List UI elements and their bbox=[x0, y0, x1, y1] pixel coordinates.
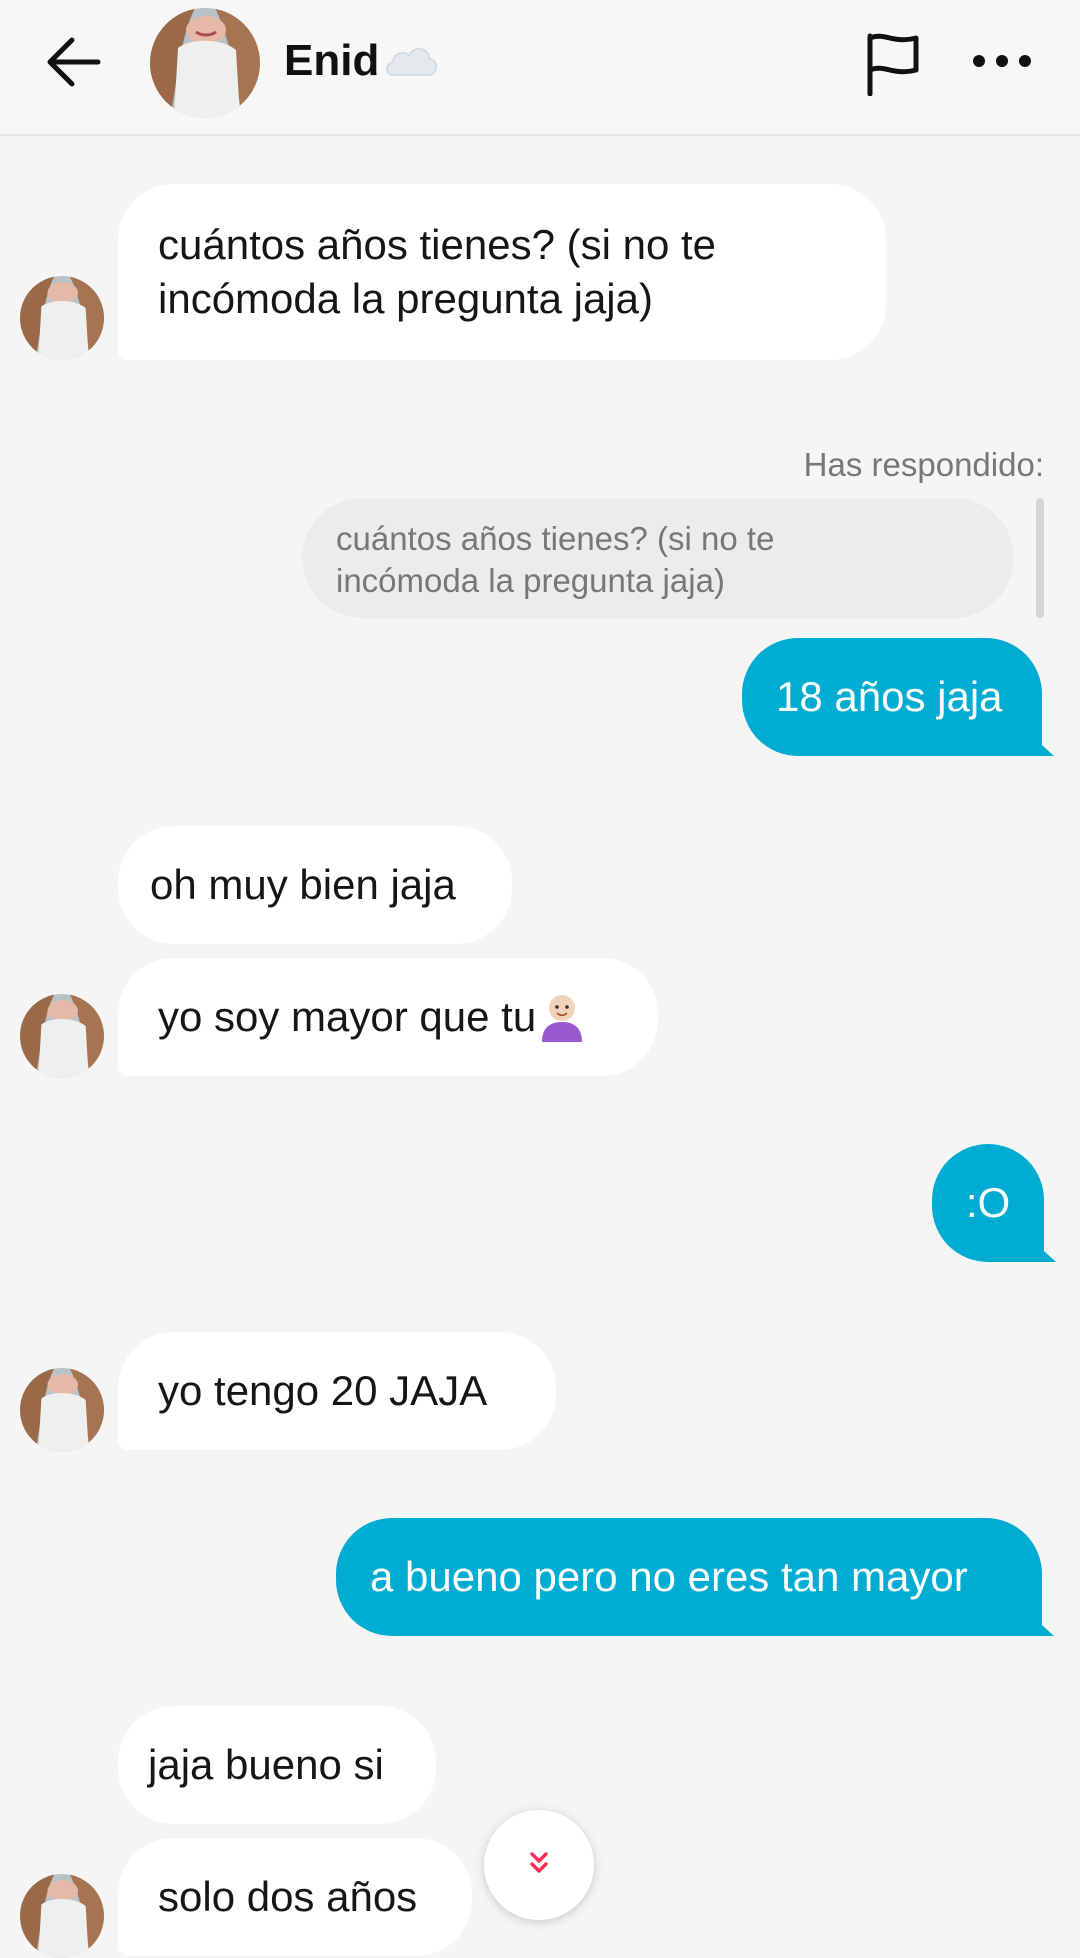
sender-avatar[interactable] bbox=[20, 1874, 104, 1958]
message-line: cuántos años tienes? (si no te bbox=[158, 221, 717, 268]
back-arrow-icon[interactable] bbox=[44, 30, 108, 94]
sender-avatar[interactable] bbox=[20, 994, 104, 1078]
quoted-line: incómoda la pregunta jaja) bbox=[336, 562, 725, 599]
message-text: oh muy bien jaja bbox=[150, 861, 456, 908]
message-text: 18 años jaja bbox=[776, 673, 1003, 720]
outgoing-message[interactable]: 18 años jaja bbox=[742, 638, 1042, 756]
outgoing-message[interactable]: :O bbox=[932, 1144, 1044, 1262]
replied-label: Has respondido: bbox=[803, 446, 1044, 483]
quote-indicator bbox=[1036, 498, 1044, 618]
chat-header: Enid bbox=[0, 0, 1080, 136]
incoming-message[interactable]: yo soy mayor que tu bbox=[118, 958, 658, 1076]
incoming-message[interactable]: oh muy bien jaja bbox=[118, 826, 512, 944]
message-line: incómoda la pregunta jaja) bbox=[158, 275, 653, 322]
incoming-message[interactable]: solo dos años bbox=[118, 1838, 472, 1956]
contact-avatar[interactable] bbox=[150, 8, 260, 118]
message-text: solo dos años bbox=[158, 1873, 418, 1920]
scroll-to-bottom-button[interactable] bbox=[484, 1810, 594, 1920]
message-text: a bueno pero no eres tan mayor bbox=[370, 1553, 968, 1600]
incoming-message[interactable]: yo tengo 20 JAJA bbox=[118, 1332, 556, 1450]
message-text: jaja bueno si bbox=[148, 1741, 384, 1788]
sender-avatar[interactable] bbox=[20, 276, 104, 360]
quoted-message[interactable]: cuántos años tienes? (si no te incómoda … bbox=[302, 498, 1014, 618]
message-text: :O bbox=[965, 1179, 1011, 1226]
flag-icon[interactable] bbox=[862, 30, 924, 97]
message-text: yo tengo 20 JAJA bbox=[158, 1367, 488, 1414]
quoted-line: cuántos años tienes? (si no te bbox=[336, 520, 775, 557]
contact-name[interactable]: Enid bbox=[284, 36, 439, 86]
sender-avatar[interactable] bbox=[20, 1368, 104, 1452]
message-text: yo soy mayor que tu bbox=[158, 993, 537, 1040]
cloud-emoji-icon bbox=[383, 41, 439, 81]
outgoing-message[interactable]: a bueno pero no eres tan mayor bbox=[336, 1518, 1042, 1636]
incoming-message[interactable]: cuántos años tienes? (si no te incómoda … bbox=[118, 184, 886, 360]
incoming-message[interactable]: jaja bueno si bbox=[118, 1706, 436, 1824]
person-emoji-icon bbox=[538, 992, 586, 1042]
more-icon[interactable] bbox=[970, 46, 1034, 76]
contact-name-text: Enid bbox=[284, 36, 380, 85]
double-chevron-down-icon bbox=[525, 1849, 553, 1882]
